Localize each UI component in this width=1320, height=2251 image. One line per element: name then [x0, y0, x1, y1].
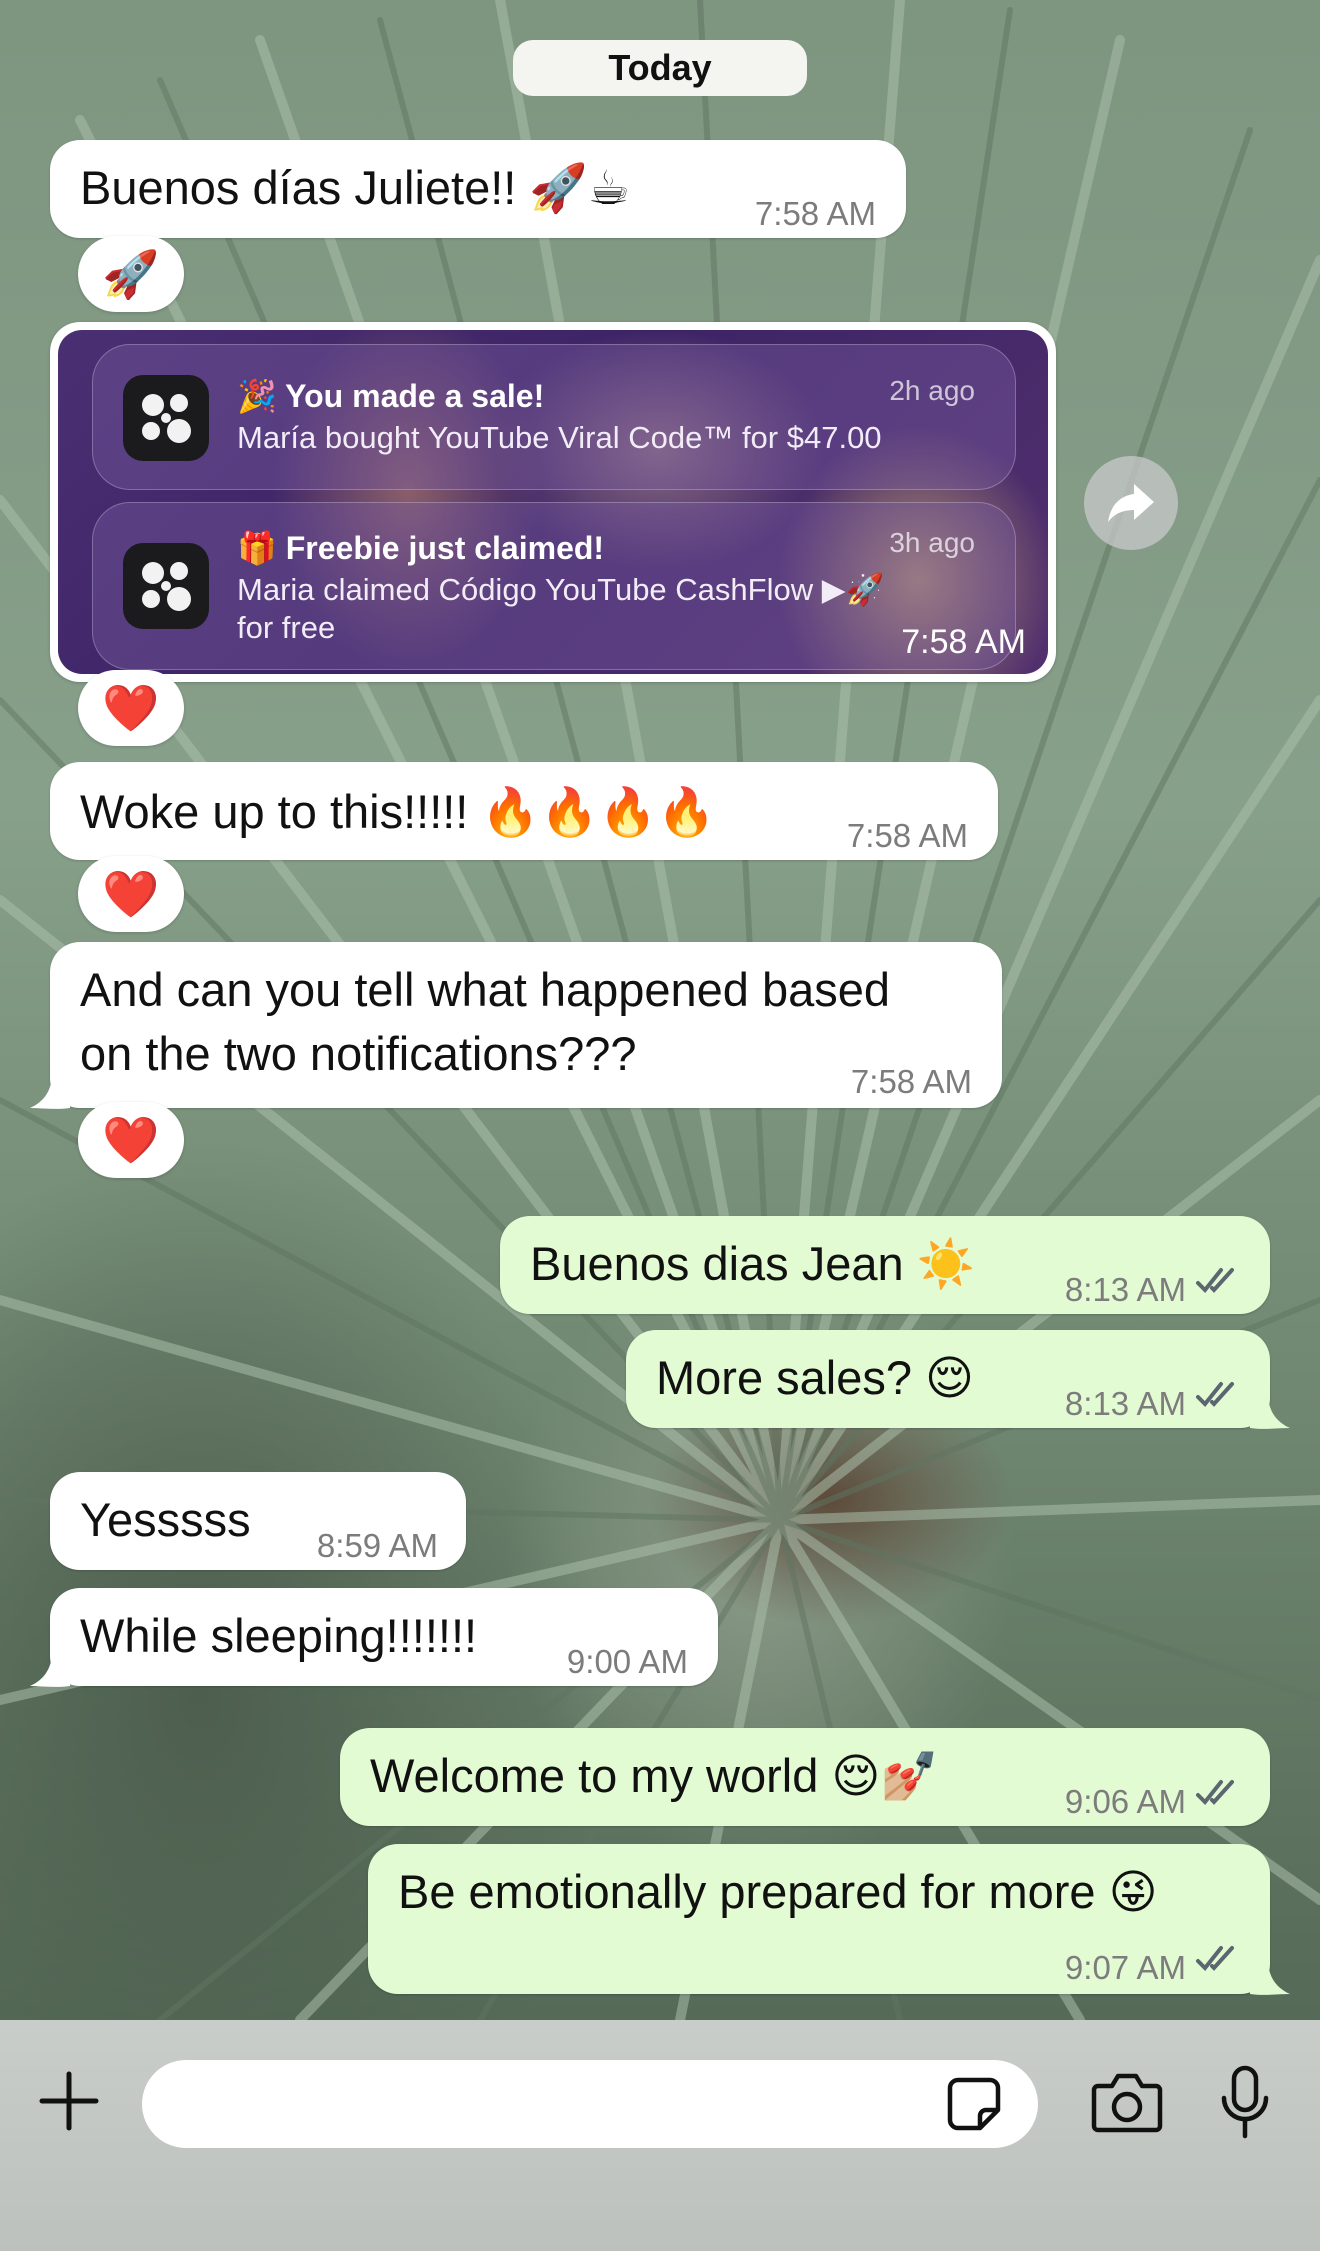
message-composer	[0, 2020, 1320, 2251]
bubble-tail	[30, 1074, 70, 1109]
message-bubble-outgoing[interactable]: Buenos dias Jean ☀️ 8:13 AM	[500, 1216, 1270, 1314]
message-text: Be emotionally prepared for more 😜	[398, 1865, 1158, 1918]
notification-time: 2h ago	[889, 375, 975, 406]
message-time: 9:07 AM	[1064, 1949, 1186, 1986]
camera-icon[interactable]	[1090, 2070, 1164, 2134]
app-logo-icon	[123, 375, 209, 461]
message-text: Welcome to my world 😌💅🏼	[370, 1749, 939, 1802]
message-time: 7:58 AM	[846, 817, 968, 854]
bubble-tail	[30, 1652, 70, 1687]
notification-body: María bought YouTube Viral Code™ for $47…	[237, 420, 882, 455]
bubble-tail	[1250, 1394, 1290, 1429]
sticker-icon[interactable]	[944, 2074, 1004, 2134]
plus-icon[interactable]	[36, 2068, 102, 2134]
message-text: More sales? 😌	[656, 1351, 975, 1404]
message-bubble-incoming[interactable]: Yesssss 8:59 AM	[50, 1472, 466, 1570]
message-text: Buenos dias Jean ☀️	[530, 1237, 976, 1290]
message-time: 7:58 AM	[754, 195, 876, 232]
share-forward-icon[interactable]	[1084, 456, 1178, 550]
reaction-badge[interactable]: ❤️	[78, 1102, 184, 1178]
notification-body-line2: for free	[237, 610, 336, 645]
message-time: 8:13 AM	[1064, 1271, 1186, 1308]
message-bubble-outgoing[interactable]: Welcome to my world 😌💅🏼 9:06 AM	[340, 1728, 1270, 1826]
message-bubble-incoming[interactable]: Woke up to this!!!!! 🔥🔥🔥🔥 7:58 AM	[50, 762, 998, 860]
message-text-line2: on the two notifications???	[80, 1027, 637, 1080]
message-bubble-incoming[interactable]: And can you tell what happened based on …	[50, 942, 1002, 1108]
message-time: 8:59 AM	[316, 1527, 438, 1564]
message-time: 7:58 AM	[850, 1063, 972, 1100]
message-text: Yesssss	[80, 1493, 251, 1546]
message-time: 9:00 AM	[566, 1643, 688, 1680]
message-text-line1: And can you tell what happened based	[80, 963, 891, 1016]
date-separator: Today	[513, 40, 807, 96]
image-message[interactable]: 🎉 You made a sale! María bought YouTube …	[50, 322, 1056, 682]
notification-screenshot: 🎉 You made a sale! María bought YouTube …	[58, 330, 1048, 674]
message-text: Buenos días Juliete!! 🚀☕	[80, 161, 631, 214]
notification-title: 🎉 You made a sale!	[237, 378, 545, 414]
double-check-icon	[1196, 1382, 1234, 1407]
notification-title: 🎁 Freebie just claimed!	[237, 530, 605, 566]
double-check-icon	[1196, 1268, 1234, 1293]
message-time: 8:13 AM	[1064, 1385, 1186, 1422]
message-bubble-incoming[interactable]: While sleeping!!!!!!! 9:00 AM	[50, 1588, 718, 1686]
notification-card: 🎁 Freebie just claimed! Maria claimed Có…	[92, 502, 1016, 670]
message-time: 9:06 AM	[1064, 1783, 1186, 1820]
double-check-icon	[1196, 1946, 1234, 1971]
message-input[interactable]	[142, 2060, 1038, 2148]
bubble-tail	[1250, 1960, 1290, 1995]
message-text: Woke up to this!!!!! 🔥🔥🔥🔥	[80, 785, 716, 838]
message-bubble-outgoing[interactable]: More sales? 😌 8:13 AM	[626, 1330, 1270, 1428]
message-bubble-incoming[interactable]: Buenos días Juliete!! 🚀☕ 7:58 AM	[50, 140, 906, 238]
reaction-badge[interactable]: 🚀	[78, 236, 184, 312]
reaction-badge[interactable]: ❤️	[78, 856, 184, 932]
message-bubble-outgoing[interactable]: Be emotionally prepared for more 😜 9:07 …	[368, 1844, 1270, 1994]
microphone-icon[interactable]	[1218, 2064, 1272, 2140]
message-time: 7:58 AM	[901, 623, 1026, 661]
notification-card: 🎉 You made a sale! María bought YouTube …	[92, 344, 1016, 490]
message-text: While sleeping!!!!!!!	[80, 1609, 478, 1662]
notification-time: 3h ago	[889, 527, 975, 558]
reaction-badge[interactable]: ❤️	[78, 670, 184, 746]
double-check-icon	[1196, 1780, 1234, 1805]
notification-body-line1: Maria claimed Código YouTube CashFlow ▶🚀	[237, 572, 885, 607]
app-logo-icon	[123, 543, 209, 629]
